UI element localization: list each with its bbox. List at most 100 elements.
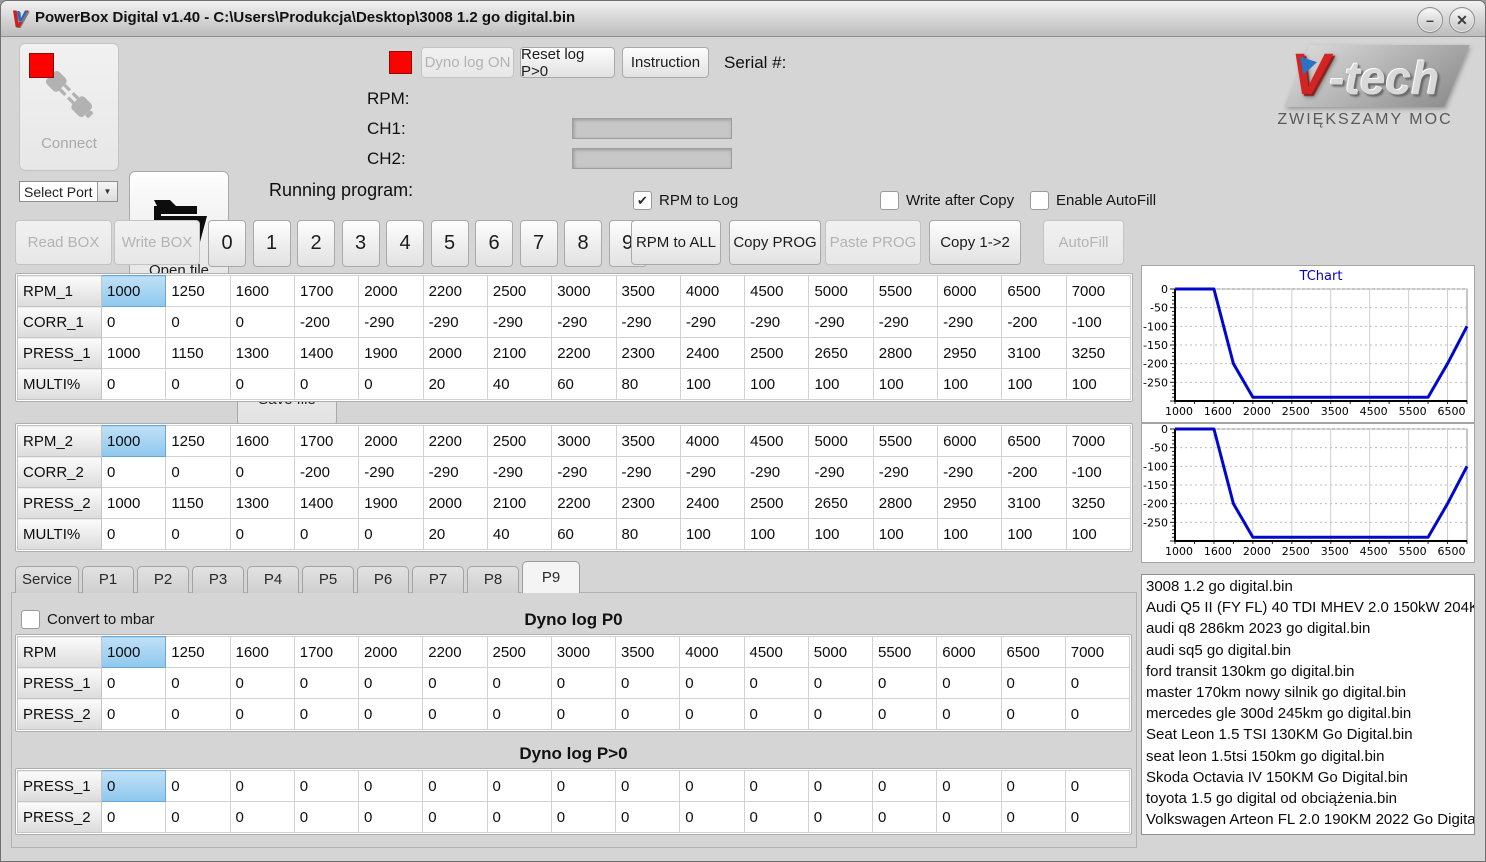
table-cell[interactable]: -290 [615, 306, 681, 338]
table-cell[interactable]: 5500 [872, 275, 939, 307]
read-box-button[interactable]: Read BOX [15, 220, 112, 265]
table-cell[interactable]: 0 [293, 667, 360, 699]
tab-p1[interactable]: P1 [82, 566, 134, 593]
table-cell[interactable]: 0 [229, 456, 295, 488]
table-cell[interactable]: 7000 [1065, 425, 1132, 457]
file-list-item[interactable]: Skoda Octavia IV 150KM Go Digital.bin [1146, 767, 1474, 788]
table-cell[interactable]: 2200 [422, 425, 488, 457]
table-cell[interactable]: -290 [551, 306, 617, 338]
table-cell[interactable]: 4500 [744, 425, 810, 457]
table-cell[interactable]: 2200 [551, 487, 617, 519]
table-cell[interactable]: 1150 [165, 487, 231, 519]
table-cell[interactable]: 0 [229, 518, 295, 550]
table-cell[interactable]: 1000 [100, 425, 167, 457]
table-cell[interactable]: 4000 [679, 636, 745, 668]
table-cell[interactable]: 0 [357, 770, 424, 802]
copy-1-to-2-button[interactable]: Copy 1->2 [929, 220, 1021, 265]
table-cell[interactable]: 2950 [937, 337, 1003, 369]
select-port-dropdown[interactable]: Select Port ▼ [19, 181, 118, 202]
tab-service[interactable]: Service [15, 566, 79, 593]
table-cell[interactable]: -290 [358, 306, 424, 338]
table-cell[interactable]: 2650 [808, 487, 874, 519]
table-cell[interactable]: 0 [100, 698, 167, 730]
table-cell[interactable]: 0 [357, 698, 424, 730]
table-cell[interactable]: 0 [100, 368, 167, 400]
table-cell[interactable]: -100 [1065, 306, 1132, 338]
digit-button-0[interactable]: 0 [208, 220, 246, 267]
table-cell[interactable]: 0 [614, 801, 681, 833]
table-cell[interactable]: 0 [614, 770, 681, 802]
table-cell[interactable]: 2800 [872, 487, 939, 519]
table-cell[interactable]: 0 [293, 770, 360, 802]
tab-p6[interactable]: P6 [357, 566, 409, 593]
table-cell[interactable]: 1400 [293, 337, 360, 369]
table-cell[interactable]: 2300 [615, 487, 681, 519]
table-cell[interactable]: 3100 [1001, 487, 1067, 519]
table-cell[interactable]: 100 [679, 518, 746, 550]
table-cell[interactable]: 2300 [615, 337, 681, 369]
table-cell[interactable]: -290 [679, 306, 746, 338]
reset-log-button[interactable]: Reset log P>0 [520, 46, 615, 80]
table-cell[interactable]: 3500 [615, 275, 681, 307]
table-cell[interactable]: 1000 [100, 636, 167, 668]
table-cell[interactable]: 0 [293, 801, 360, 833]
table-cell[interactable]: 80 [615, 368, 681, 400]
table-cell[interactable]: 0 [100, 456, 167, 488]
table-cell[interactable]: 0 [293, 698, 360, 730]
table-cell[interactable]: 0 [936, 698, 1002, 730]
file-list-item[interactable]: seat leon 1.5tsi 150km go digital.bin [1146, 746, 1474, 767]
table-cell[interactable]: 0 [1000, 698, 1066, 730]
table-cell[interactable]: 0 [229, 667, 295, 699]
table-cell[interactable]: -290 [679, 456, 746, 488]
table-cell[interactable]: 80 [615, 518, 681, 550]
table-cell[interactable]: 1250 [165, 636, 231, 668]
table-cell[interactable]: 0 [743, 698, 809, 730]
table-cell[interactable]: 0 [100, 518, 167, 550]
table-cell[interactable]: 0 [614, 698, 681, 730]
digit-button-6[interactable]: 6 [475, 220, 513, 267]
table-cell[interactable]: 0 [936, 770, 1002, 802]
table-cell[interactable]: 0 [1064, 801, 1131, 833]
file-list-item[interactable]: audi sq5 go digital.bin [1146, 640, 1474, 661]
table-cell[interactable]: 4000 [679, 425, 746, 457]
close-button[interactable]: ✕ [1449, 7, 1475, 33]
table-cell[interactable]: 0 [743, 667, 809, 699]
table-cell[interactable]: -290 [422, 306, 488, 338]
table-cell[interactable]: 2200 [551, 337, 617, 369]
table-cell[interactable]: 2650 [808, 337, 874, 369]
file-list-item[interactable]: 3008 1.2 go digital.bin [1146, 576, 1474, 597]
table-cell[interactable]: 0 [550, 667, 617, 699]
table-cell[interactable]: 2950 [937, 487, 1003, 519]
tab-p7[interactable]: P7 [412, 566, 464, 593]
table-cell[interactable]: 0 [422, 801, 488, 833]
table-cell[interactable]: 0 [486, 770, 552, 802]
table-cell[interactable]: 2000 [358, 275, 424, 307]
table-cell[interactable]: 1600 [229, 636, 295, 668]
table-cell[interactable]: 5500 [872, 425, 939, 457]
table-cell[interactable]: 100 [679, 368, 746, 400]
table-cell[interactable]: 100 [808, 518, 874, 550]
tab-p8[interactable]: P8 [467, 566, 519, 593]
table-cell[interactable]: 2100 [486, 487, 553, 519]
rpm-to-all-button[interactable]: RPM to ALL [631, 220, 721, 265]
table-cell[interactable]: 7000 [1064, 636, 1131, 668]
table-cell[interactable]: 0 [486, 667, 552, 699]
table-cell[interactable]: 0 [165, 698, 231, 730]
table-cell[interactable]: 5000 [807, 636, 874, 668]
table-cell[interactable]: 2100 [486, 337, 553, 369]
table-cell[interactable]: 0 [807, 698, 874, 730]
table-cell[interactable]: 40 [486, 368, 553, 400]
table-cell[interactable]: 0 [100, 801, 167, 833]
table-cell[interactable]: 1900 [358, 337, 424, 369]
table-cell[interactable]: 3500 [615, 425, 681, 457]
table-cell[interactable]: -290 [551, 456, 617, 488]
table-cell[interactable]: 100 [937, 368, 1003, 400]
table-cell[interactable]: -290 [422, 456, 488, 488]
table-cell[interactable]: 0 [422, 698, 488, 730]
table-cell[interactable]: 4500 [744, 275, 810, 307]
tab-p4[interactable]: P4 [247, 566, 299, 593]
table-cell[interactable]: 0 [871, 667, 938, 699]
table-cell[interactable]: 1600 [229, 425, 295, 457]
table-cell[interactable]: 100 [1065, 368, 1132, 400]
tab-p5[interactable]: P5 [302, 566, 354, 593]
